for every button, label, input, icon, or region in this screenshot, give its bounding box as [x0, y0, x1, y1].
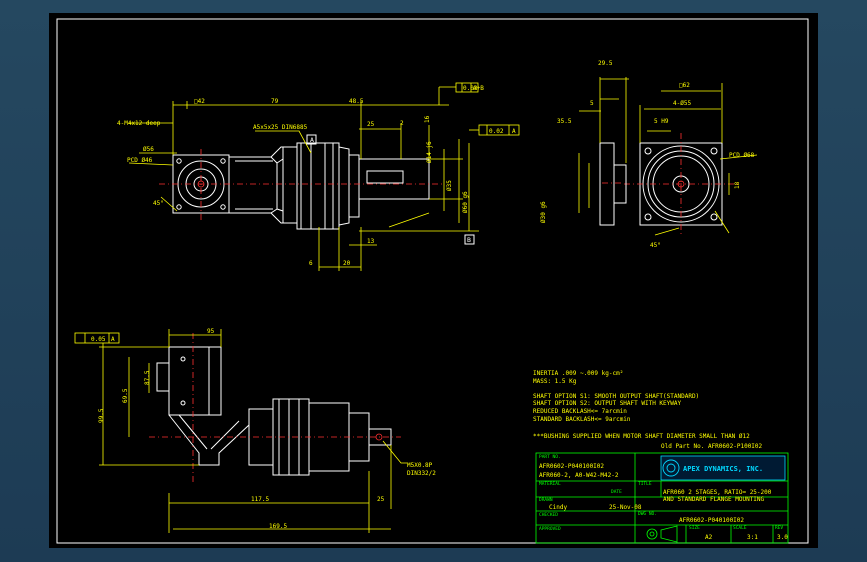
drawing-text-title_block-part_no_label: PART NO. — [539, 454, 561, 460]
drawing-text-dimensions-d29_5: 29.5 — [598, 60, 613, 67]
drawing-text-dimensions-d35: Ø35 — [446, 180, 453, 191]
note-shaft-s1: SHAFT OPTION S1: SMOOTH OUTPUT SHAFT(STA… — [533, 393, 699, 400]
drawing-text-dimensions-tolB: 0.02 — [489, 128, 504, 135]
drawing-text-dimensions-d2: 2 — [400, 120, 404, 127]
drawing-text-dimensions-d25b: 25 — [377, 496, 385, 503]
drawing-text-dimensions-d30: Ø30 g6 — [540, 201, 547, 223]
drawing-text-dimensions-tolCref: A — [111, 336, 115, 343]
drawing-text-dimensions-d62: □62 — [679, 82, 690, 89]
title-block: PART NO. AFR0602-P040100I02 AFR060-2, A0… — [535, 452, 789, 544]
drawing-text-dimensions-d4m4: 4-M4x12 deep — [117, 120, 161, 127]
drawing-text-dimensions-hole2: DIN332/2 — [407, 470, 436, 477]
drawing-text-title_block-rev: 3.0 — [777, 534, 788, 541]
drawing-text-dimensions-d117_5: 117.5 — [251, 496, 269, 503]
drawing-text-dimensions-d69_5: 69.5 — [122, 388, 129, 403]
drawing-text-dimensions-d5h9: 5 H9 — [654, 118, 669, 125]
drawing-text-title_block-approved_label: APPROVED — [539, 526, 561, 532]
note-shaft-s2: SHAFT OPTION S2: OUTPUT SHAFT WITH KEYWA… — [533, 400, 681, 407]
drawing-text-dimensions-d79: 79 — [271, 98, 279, 105]
drawing-text-title_block-drawn_label: DRAWN — [539, 497, 553, 503]
drawing-text-dimensions-d4_55: 4-Ø55 — [673, 100, 691, 107]
drawing-text-dimensions-hole: M5X0.8P — [407, 462, 433, 469]
side-view: A B □42 79 48.5 25 2 4-M4x12 deep Ø56 PC… — [117, 82, 520, 271]
note-standard-backlash: STANDARD BACKLASH<= 9arcmin — [533, 416, 631, 423]
drawing-sheet[interactable]: A B □42 79 48.5 25 2 4-M4x12 deep Ø56 PC… — [49, 13, 818, 548]
drawing-text-dimensions-tolAref: A+B — [473, 85, 484, 92]
note-old-part: Old Part No. AFR0602-P100I02 — [661, 443, 763, 450]
drawing-text-dimensions-tolBref: A — [512, 128, 516, 135]
drawing-text-dimensions-markB: B — [467, 236, 471, 244]
drawing-text-dimensions-d5: 5 — [590, 100, 594, 107]
drawing-text-dimensions-key: A5x5x25 DIN6885 — [253, 124, 308, 131]
drawing-text-title_block-part_no_1: AFR0602-P040100I02 — [539, 463, 604, 470]
front-view: 29.5 5 35.5 5 H9 4-Ø55 □62 PCD Ø68 18 Ø3… — [540, 60, 758, 249]
top-view: 95 87.5 69.5 99.5 117.5 25 169.5 0.05 A … — [74, 328, 436, 533]
drawing-text-title_block-title_1: AFR060 2 STAGES, RATIO= 25-200 — [663, 489, 772, 496]
drawing-text-title_block-title_2: AND STANDARD FLANGE MOUNTING — [663, 496, 765, 503]
drawing-text-dimensions-d60: Ø60 g6 — [462, 191, 469, 213]
drawing-text-title_block-scale_label: SCALE — [733, 525, 747, 531]
drawing-text-dimensions-d14: Ø14 j6 — [426, 141, 433, 163]
drawing-text-dimensions-d45b: 45° — [650, 242, 661, 249]
cad-viewport[interactable]: A B □42 79 48.5 25 2 4-M4x12 deep Ø56 PC… — [0, 0, 867, 562]
note-inertia: INERTIA .009 ~.009 kg-cm² — [533, 370, 623, 377]
note-bushing: ***BUSHING SUPPLIED WHEN MOTOR SHAFT DIA… — [533, 433, 750, 440]
drawing-text-dimensions-d35_5: 35.5 — [557, 118, 572, 125]
drawing-text-dimensions-pcd46: PCD Ø46 — [127, 157, 153, 164]
input-housing — [168, 346, 222, 416]
drawing-text-title_block-date_label: DATE — [611, 489, 622, 495]
drawing-text-title_block-company: APEX DYNAMICS, INC. — [683, 465, 763, 473]
drawing-text-title_block-checked_label: CHECKED — [539, 512, 558, 518]
drawing-text-dimensions-d95: 95 — [207, 328, 215, 335]
drawing-text-title_block-part_no_2: AFR060-2, A0-W42-M42-2 — [539, 472, 619, 479]
drawing-text-title_block-drawn_by: Cindy — [549, 504, 567, 511]
cad-drawing: A B □42 79 48.5 25 2 4-M4x12 deep Ø56 PC… — [56, 18, 809, 544]
drawing-text-dimensions-d18: 18 — [734, 181, 741, 189]
drawing-text-dimensions-d6: 6 — [309, 260, 313, 267]
drawing-text-dimensions-tolC: 0.05 — [91, 336, 106, 343]
drawing-text-dimensions-d99_5: 99.5 — [98, 408, 105, 423]
gear-housing — [272, 398, 310, 476]
drawing-text-dimensions-d56: Ø56 — [143, 146, 154, 153]
drawing-text-dimensions-d169_5: 169.5 — [269, 523, 287, 530]
drawing-text-dimensions-d25: 25 — [367, 121, 375, 128]
drawing-text-title_block-size_label: SIZE — [689, 525, 700, 531]
projection-symbol — [646, 525, 678, 543]
drawing-text-dimensions-d48_5: 48.5 — [349, 98, 364, 105]
drawing-text-dimensions-d13: 13 — [367, 238, 375, 245]
drawing-text-dimensions-pcd68: PCD Ø68 — [729, 152, 755, 159]
drawing-text-dimensions-d87_5: 87.5 — [144, 370, 151, 385]
drawing-text-title_block-size: A2 — [705, 534, 713, 541]
drawing-text-dimensions-markA: A — [310, 136, 314, 144]
drawing-text-dimensions-d20: 20 — [343, 260, 351, 267]
drawing-text-title_block-rev_label: REV — [775, 525, 783, 531]
drawing-text-dimensions-d16: 16 — [424, 115, 431, 123]
drawing-text-title_block-scale: 3:1 — [747, 534, 758, 541]
drawing-text-title_block-title_label: TITLE — [638, 481, 652, 487]
drawing-text-title_block-material_label: MATERIAL — [539, 481, 561, 487]
drawing-text-title_block-dwg_no: AFR0602-P040100I02 — [679, 517, 744, 524]
drawing-text-dimensions-d42: □42 — [194, 98, 205, 105]
drawing-text-dimensions-d45a: 45° — [153, 200, 164, 207]
drawing-text-title_block-dwg_label: DWG NO. — [638, 511, 657, 517]
output-shaft — [358, 158, 430, 200]
drawing-text-title_block-date: 25-Nov-08 — [609, 504, 642, 511]
note-reduced-backlash: REDUCED BACKLASH<= 7arcmin — [533, 408, 627, 415]
notes-block: INERTIA .009 ~.009 kg-cm² MASS: 1.5 Kg S… — [533, 370, 763, 450]
note-mass: MASS: 1.5 Kg — [533, 378, 577, 385]
